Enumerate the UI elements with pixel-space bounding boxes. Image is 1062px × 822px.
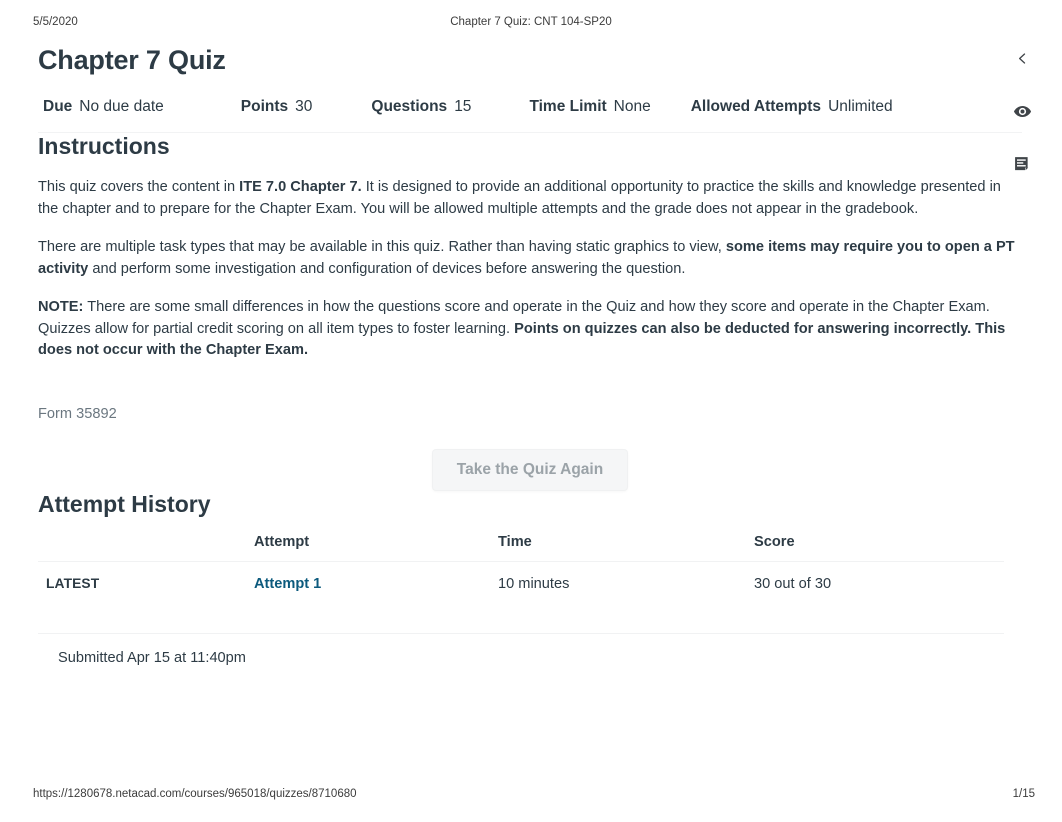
p1-text-a: This quiz covers the content in — [38, 179, 240, 195]
meta-allowed-attempts: Allowed Attempts Unlimited — [691, 98, 893, 116]
meta-due-label: Due — [43, 98, 73, 115]
cell-attempt: Attempt 1 — [254, 561, 498, 606]
p2-text-a: There are multiple task types that may b… — [38, 239, 726, 255]
print-header-title: Chapter 7 Quiz: CNT 104-SP20 — [450, 16, 612, 28]
column-header-blank — [38, 533, 254, 562]
meta-questions: Questions 15 — [371, 98, 471, 116]
column-header-time: Time — [498, 533, 754, 562]
column-header-attempt: Attempt — [254, 533, 498, 562]
form-id-label: Form 35892 — [38, 405, 117, 422]
meta-time-limit-label: Time Limit — [529, 98, 607, 115]
table-header-row: Attempt Time Score — [38, 533, 1004, 562]
meta-allowed-attempts-value: Unlimited — [828, 98, 893, 115]
note-label: NOTE: — [38, 299, 84, 315]
status-badge: LATEST — [46, 575, 100, 591]
instructions-paragraph-2: There are multiple task types that may b… — [38, 237, 1022, 280]
attempt-history-table: Attempt Time Score LATEST Attempt 1 10 m… — [38, 533, 1004, 606]
p1-text-bold: ITE 7.0 Chapter 7. — [239, 179, 362, 195]
table-row: LATEST Attempt 1 10 minutes 30 out of 30 — [38, 561, 1004, 606]
table-bottom-divider — [38, 606, 1004, 634]
meta-questions-label: Questions — [371, 98, 448, 115]
attempt-history-heading: Attempt History — [38, 490, 211, 517]
take-quiz-again-button[interactable]: Take the Quiz Again — [431, 448, 629, 491]
meta-due: Due No due date — [43, 98, 164, 116]
instructions-paragraph-1: This quiz covers the content in ITE 7.0 … — [38, 177, 1022, 220]
cell-time: 10 minutes — [498, 575, 570, 592]
meta-questions-value: 15 — [454, 98, 472, 115]
p2-text-c: and perform some investigation and confi… — [88, 260, 686, 277]
print-footer-page-number: 1/15 — [1012, 788, 1035, 800]
meta-time-limit-value: None — [613, 98, 651, 115]
cell-score: 30 out of 30 — [754, 575, 832, 592]
meta-allowed-attempts-label: Allowed Attempts — [690, 98, 822, 115]
meta-points-value: 30 — [295, 98, 313, 115]
cell-latest-badge: LATEST — [38, 561, 254, 606]
instructions-paragraph-note: NOTE: There are some small differences i… — [38, 297, 1022, 362]
print-header: 5/5/2020 Chapter 7 Quiz: CNT 104-SP20 — [0, 16, 1062, 34]
column-header-score: Score — [754, 533, 1004, 562]
page-title: Chapter 7 Quiz — [38, 45, 226, 75]
meta-time-limit: Time Limit None — [529, 98, 650, 116]
meta-due-value: No due date — [79, 98, 164, 115]
attempt-link[interactable]: Attempt 1 — [254, 576, 321, 592]
take-quiz-again-container: Take the Quiz Again — [38, 448, 1022, 491]
submitted-timestamp: Submitted Apr 15 at 11:40pm — [58, 649, 246, 666]
print-footer: https://1280678.netacad.com/courses/9650… — [0, 788, 1062, 806]
meta-points: Points 30 — [241, 98, 313, 116]
print-footer-url: https://1280678.netacad.com/courses/9650… — [33, 788, 357, 800]
meta-points-label: Points — [240, 98, 289, 115]
quiz-metadata-row: Due No due date Points 30 Questions 15 T… — [38, 98, 1022, 133]
instructions-heading: Instructions — [38, 133, 170, 159]
quiz-page-content: Chapter 7 Quiz Due No due date Points 30… — [38, 40, 1022, 666]
